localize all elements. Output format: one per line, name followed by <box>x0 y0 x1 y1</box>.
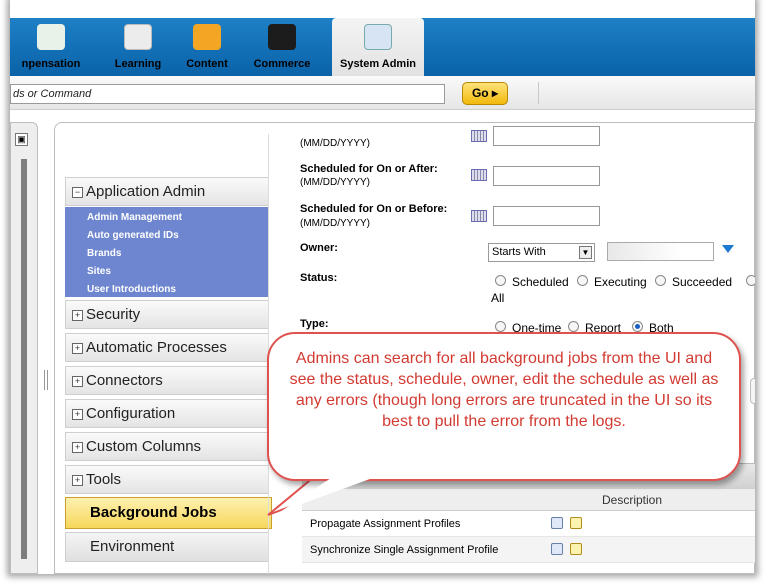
view-icon[interactable] <box>551 517 563 529</box>
go-button[interactable]: Go ▸ <box>462 82 508 105</box>
chevron-down-icon: ▼ <box>579 246 592 259</box>
tab-label: Commerce <box>253 58 311 70</box>
tab-learning[interactable]: Learning <box>107 18 169 76</box>
plus-icon: + <box>72 343 83 354</box>
select-value: Starts With <box>492 246 546 258</box>
submenu-item[interactable]: User Introductions <box>87 281 269 299</box>
section-label: Connectors <box>86 372 163 389</box>
owner-operator-select[interactable]: Starts With ▼ <box>488 243 595 262</box>
section-label: Application Admin <box>86 183 206 200</box>
radio-label: Executing <box>594 275 647 289</box>
collapse-icon[interactable]: ▣ <box>15 133 28 146</box>
scheduled-after-input[interactable] <box>493 166 600 186</box>
tab-label: npensation <box>21 58 81 70</box>
go-label: Go <box>471 86 489 100</box>
accordion-automatic-processes[interactable]: + Automatic Processes <box>65 333 269 362</box>
date-input[interactable] <box>493 126 600 146</box>
row-description: Synchronize Single Assignment Profile <box>310 544 499 556</box>
plus-icon: + <box>72 475 83 486</box>
calendar-icon[interactable] <box>471 210 487 222</box>
status-succeeded-radio[interactable] <box>655 275 666 286</box>
date-format-hint: (MM/DD/YYYY) <box>300 138 370 149</box>
results-grid-header: Description <box>302 489 755 511</box>
submenu-item[interactable]: Brands <box>87 245 269 263</box>
sidebar-item-background-jobs[interactable]: Background Jobs <box>65 497 272 529</box>
section-label: Custom Columns <box>86 438 202 455</box>
status-executing-radio[interactable] <box>577 275 588 286</box>
command-bar: ds or Command Go ▸ <box>10 76 755 110</box>
scrollbar[interactable] <box>21 159 27 559</box>
scheduled-before-input[interactable] <box>493 206 600 226</box>
scheduled-after-label: Scheduled for On or After: <box>300 163 438 175</box>
submenu-item[interactable]: Auto generated IDs <box>87 227 269 245</box>
view-icon[interactable] <box>551 543 563 555</box>
tab-system-admin[interactable]: System Admin <box>332 18 424 76</box>
accordion-connectors[interactable]: + Connectors <box>65 366 269 395</box>
resize-handle[interactable] <box>44 370 48 390</box>
row-description: Propagate Assignment Profiles <box>310 518 461 530</box>
status-scheduled-radio[interactable] <box>495 275 506 286</box>
table-row[interactable]: Synchronize Single Assignment Profile <box>302 537 755 563</box>
submenu-item[interactable]: Admin Management <box>87 209 269 227</box>
app-window: npensation Learning Content Commerce Sys… <box>10 0 755 574</box>
tab-content[interactable]: Content <box>176 18 238 76</box>
radio-label: All <box>491 291 505 305</box>
date-format-hint: (MM/DD/YYYY) <box>300 218 370 229</box>
status-label: Status: <box>300 272 338 284</box>
briefcase-icon <box>268 24 296 50</box>
search-button-partial[interactable] <box>750 378 755 404</box>
section-label: Configuration <box>86 405 176 422</box>
description-column-header[interactable]: Description <box>602 493 662 507</box>
left-panel-strip: ▣ <box>10 122 38 574</box>
tab-label: Content <box>186 58 228 70</box>
plus-icon: + <box>72 310 83 321</box>
type-both-radio[interactable] <box>632 321 643 332</box>
date-format-hint: (MM/DD/YYYY) <box>300 177 370 188</box>
type-report-radio[interactable] <box>568 321 579 332</box>
section-label: Automatic Processes <box>86 339 227 356</box>
section-label: Security <box>86 306 141 323</box>
top-nav: npensation Learning Content Commerce Sys… <box>10 18 755 76</box>
radio-label: Succeeded <box>672 275 733 289</box>
divider <box>538 82 539 104</box>
filter-icon[interactable] <box>722 245 734 253</box>
calendar-icon[interactable] <box>471 130 487 142</box>
compensation-icon <box>37 24 65 50</box>
owner-label: Owner: <box>300 242 338 254</box>
tab-compensation[interactable]: npensation <box>10 18 92 76</box>
tab-commerce[interactable]: Commerce <box>246 18 318 76</box>
tab-label: Learning <box>114 58 162 70</box>
owner-input[interactable] <box>607 242 714 261</box>
radio-label: Scheduled <box>512 275 569 289</box>
plus-icon: + <box>72 409 83 420</box>
accordion-tools[interactable]: + Tools <box>65 465 269 494</box>
plus-icon: + <box>72 376 83 387</box>
play-icon: ▸ <box>491 86 499 100</box>
accordion-application-admin[interactable]: − Application Admin <box>65 177 269 206</box>
app-admin-submenu: Admin Management Auto generated IDs Bran… <box>65 207 269 297</box>
edit-icon[interactable] <box>570 517 582 529</box>
tab-label: System Admin <box>339 58 416 70</box>
calendar-icon[interactable] <box>471 169 487 181</box>
type-one-time-radio[interactable] <box>495 321 506 332</box>
status-all-radio[interactable] <box>746 275 755 286</box>
command-input[interactable]: ds or Command <box>10 84 445 104</box>
edit-icon[interactable] <box>570 543 582 555</box>
sidebar-item-environment[interactable]: Environment <box>65 532 269 562</box>
callout-annotation: Admins can search for all background job… <box>267 332 741 481</box>
submenu-item[interactable]: Sites <box>87 263 269 281</box>
section-label: Tools <box>86 471 122 488</box>
folder-icon <box>193 24 221 50</box>
plus-icon: + <box>72 442 83 453</box>
accordion-custom-columns[interactable]: + Custom Columns <box>65 432 269 461</box>
accordion-configuration[interactable]: + Configuration <box>65 399 269 428</box>
learning-icon <box>124 24 152 50</box>
admin-icon <box>364 24 392 50</box>
table-row[interactable]: Propagate Assignment Profiles <box>302 511 755 537</box>
accordion-security[interactable]: + Security <box>65 300 269 329</box>
scheduled-before-label: Scheduled for On or Before: <box>300 203 448 215</box>
type-label: Type: <box>300 318 329 330</box>
minus-icon: − <box>72 187 83 198</box>
